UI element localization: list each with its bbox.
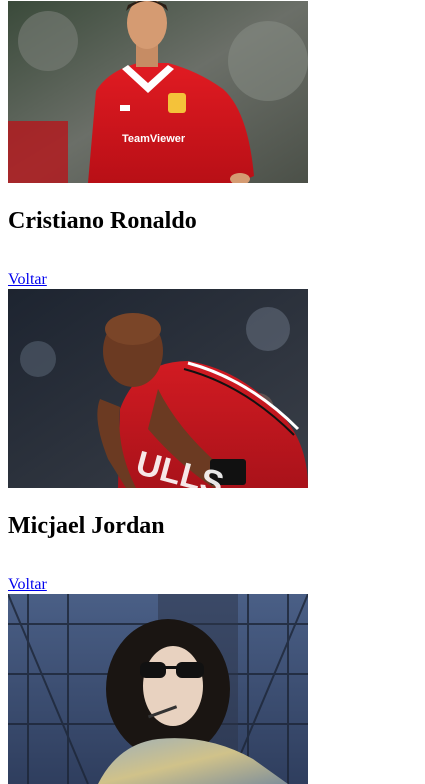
back-link[interactable]: Voltar xyxy=(8,271,47,289)
athlete-name: Micjael Jordan xyxy=(8,513,165,539)
jersey-sponsor-text: TeamViewer xyxy=(122,133,186,145)
page-content: TeamViewer Cristiano Ronaldo Voltar ULLS… xyxy=(8,0,418,784)
back-link[interactable]: Voltar xyxy=(8,576,47,594)
athlete-card-ronaldo: TeamViewer Cristiano Ronaldo Voltar xyxy=(8,1,418,289)
athlete-card-jackson xyxy=(8,594,418,784)
athlete-name: Cristiano Ronaldo xyxy=(8,208,197,234)
jackson-photo xyxy=(8,594,308,784)
ronaldo-photo: TeamViewer xyxy=(8,1,308,183)
jordan-photo: ULLS xyxy=(8,289,308,488)
athlete-card-jordan: ULLS Micjael Jordan Voltar xyxy=(8,289,418,594)
